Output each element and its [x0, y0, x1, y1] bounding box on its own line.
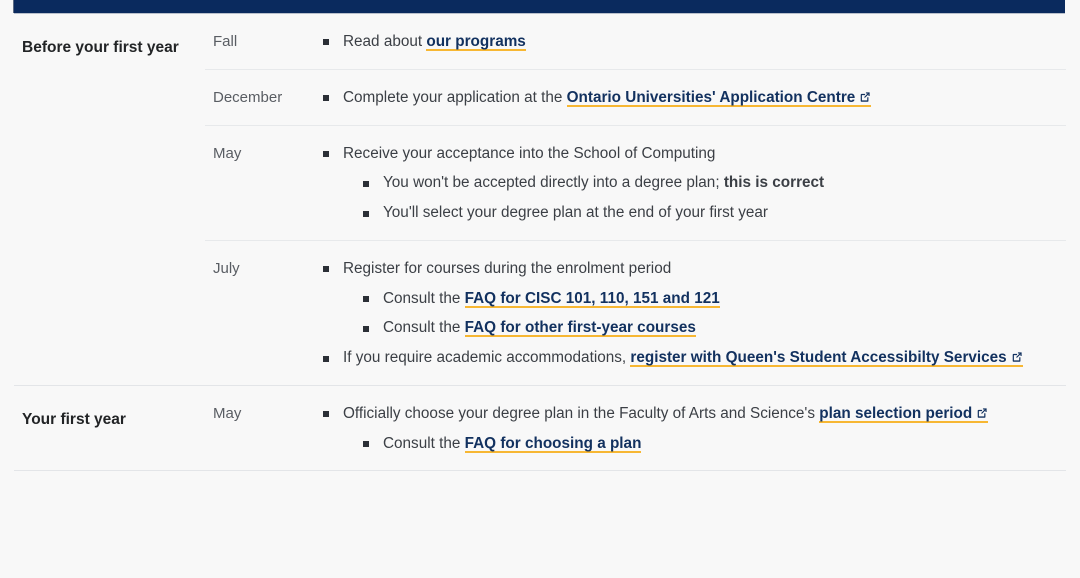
list-item-text: If you require academic accommodations, [343, 349, 631, 367]
list-item-link[interactable]: FAQ for other first-year courses [465, 319, 696, 337]
external-link-icon [859, 91, 871, 103]
table-row: May Receive your acceptance into the Scho… [205, 124, 1066, 240]
list-item-link[interactable]: our programs [426, 33, 525, 51]
list-item-text: Consult the [383, 434, 465, 452]
row-month-label: May [213, 144, 242, 162]
list-item-text: Consult the [383, 319, 465, 337]
row-content: Register for courses during the enrolmen… [323, 257, 1066, 371]
row-month-label: May [213, 404, 242, 422]
bullet-square-icon [323, 151, 329, 158]
bullet-list: Complete your application at the Ontario… [323, 86, 1040, 111]
list-item: Complete your application at the Ontario… [323, 86, 1040, 111]
bullet-square-icon [323, 39, 329, 46]
list-item: You'll select your degree plan at the en… [363, 201, 1040, 226]
list-item-text: Complete your application at the [343, 88, 567, 106]
list-item-text: Officially choose your degree plan in th… [343, 404, 820, 422]
nested-bullet-list: You won't be accepted directly into a de… [343, 171, 1040, 226]
section-label: Before your first year [22, 39, 179, 56]
row-content: Receive your acceptance into the School … [323, 142, 1066, 226]
list-item: Officially choose your degree plan in th… [323, 402, 1040, 457]
bullet-list: Read about our programs [323, 30, 1040, 55]
section-rows: Fall Read about our programs December Compl… [205, 14, 1066, 385]
list-item: Consult the FAQ for CISC 101, 110, 151 a… [363, 287, 1040, 312]
bullet-square-icon [363, 325, 369, 332]
list-item-link[interactable]: Ontario Universities' Application Centre [567, 89, 872, 107]
row-month-label: Fall [213, 33, 238, 50]
bullet-list: Receive your acceptance into the School … [323, 142, 1040, 226]
list-item-text: Register for courses during the enrolmen… [343, 259, 672, 277]
external-link-icon [1011, 351, 1023, 363]
top-accent-bar-container [0, 0, 1080, 14]
row-content: Read about our programs [323, 30, 1066, 55]
section-label: Your first year [22, 410, 126, 428]
list-item-text: Read about [343, 33, 427, 50]
timeline-section: Your first year May Officially choose your… [14, 384, 1066, 472]
list-item: If you require academic accommodations, … [323, 346, 1040, 371]
list-item: Consult the FAQ for choosing a plan [363, 432, 1040, 457]
row-content: Officially choose your degree plan in th… [323, 402, 1066, 457]
list-item-text: You won't be accepted directly into a de… [383, 174, 724, 192]
bullet-square-icon [323, 355, 329, 362]
bullet-square-icon [323, 411, 329, 418]
nested-bullet-list: Consult the FAQ for choosing a plan [343, 432, 1040, 457]
list-item-text: Receive your acceptance into the School … [343, 144, 716, 162]
list-item: Register for courses during the enrolmen… [323, 257, 1040, 341]
table-row: May Officially choose your degree plan in… [205, 386, 1066, 471]
list-item: You won't be accepted directly into a de… [363, 171, 1040, 196]
list-item-link[interactable]: register with Queen's Student Accessibil… [630, 349, 1022, 367]
nested-bullet-list: Consult the FAQ for CISC 101, 110, 151 a… [343, 287, 1040, 342]
row-content: Complete your application at the Ontario… [323, 86, 1066, 111]
timeline-section: Before your first year Fall Read about our… [14, 14, 1066, 385]
row-month-label: December [213, 88, 283, 106]
bullet-square-icon [363, 210, 369, 217]
list-item-link[interactable]: plan selection period [819, 405, 988, 423]
timeline-table: Before your first year Fall Read about our… [0, 14, 1080, 472]
list-item-link[interactable]: FAQ for choosing a plan [465, 435, 642, 453]
table-row: July Register for courses during the enro… [205, 239, 1066, 385]
bullet-square-icon [323, 266, 329, 273]
section-rows: May Officially choose your degree plan in… [205, 386, 1066, 471]
bullet-square-icon [363, 296, 369, 303]
list-item: Receive your acceptance into the School … [323, 142, 1040, 226]
list-item-text: Consult the [383, 289, 465, 307]
list-item: Consult the FAQ for other first-year cou… [363, 316, 1040, 341]
table-row: Fall Read about our programs [205, 14, 1066, 69]
list-item-text: You'll select your degree plan at the en… [383, 204, 769, 222]
row-month-label: July [213, 259, 240, 277]
top-navy-accent-bar [14, 0, 1065, 13]
list-item-emphasis: this is correct [723, 174, 825, 192]
external-link-icon [976, 407, 988, 419]
bullet-list: Register for courses during the enrolmen… [323, 257, 1040, 371]
table-row: December Complete your application at the… [205, 68, 1066, 125]
bullet-square-icon [363, 180, 369, 187]
bullet-square-icon [363, 441, 369, 448]
bullet-square-icon [323, 95, 329, 102]
list-item: Read about our programs [323, 30, 1040, 55]
bullet-list: Officially choose your degree plan in th… [323, 402, 1040, 457]
list-item-link[interactable]: FAQ for CISC 101, 110, 151 and 121 [465, 290, 720, 308]
